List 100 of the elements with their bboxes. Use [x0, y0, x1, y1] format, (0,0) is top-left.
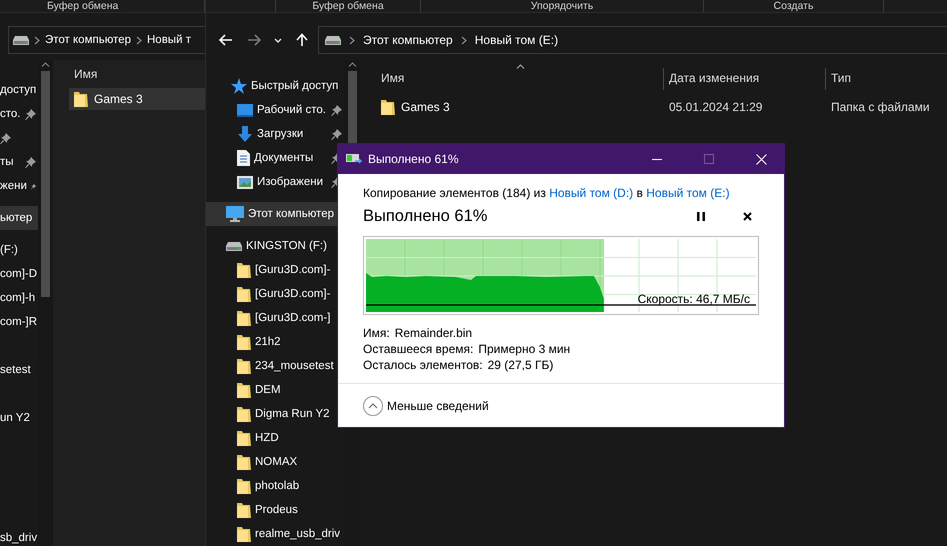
detail-value: Примерно 3 мин [478, 341, 570, 357]
window-title: Выполнено 61% [368, 152, 460, 166]
maximize-icon [704, 154, 714, 164]
nav-item[interactable]: realme_usb_driv [206, 522, 344, 546]
folder-icon [237, 502, 251, 518]
nav-item[interactable]: KINGSTON (F:) [206, 234, 344, 258]
nav-item[interactable]: setest [0, 358, 38, 382]
file-row[interactable]: Games 3 [69, 88, 205, 110]
nav-item[interactable]: [Guru3D.com]- [206, 282, 344, 306]
folder-icon [237, 382, 251, 398]
collapse-details-label[interactable]: Меньше сведений [387, 398, 489, 412]
file-name[interactable]: Games 3 [376, 99, 664, 115]
folder-icon [74, 91, 88, 107]
star-icon [231, 78, 247, 94]
address-bar[interactable]: Этот компьютер Новый том (E:) [318, 26, 947, 54]
address-bar[interactable]: Этот компьютер Новый т [8, 26, 205, 54]
folder-icon [381, 99, 395, 115]
nav-item[interactable]: [Guru3D.com]- [206, 258, 344, 282]
nav-item[interactable]: un Y2 [0, 406, 38, 430]
nav-item[interactable]: жени [0, 174, 38, 198]
folder-icon [237, 430, 251, 446]
detail-value: 29 (27,5 ГБ) [488, 357, 554, 373]
collapse-details-button[interactable] [363, 396, 383, 416]
nav-item[interactable]: ьютер [0, 206, 38, 230]
breadcrumb[interactable]: Этот компьютер [363, 33, 453, 47]
nav-item[interactable]: com]-h [0, 286, 38, 310]
left-arrow-icon [219, 34, 233, 46]
breadcrumb[interactable]: Новый том (E:) [474, 33, 558, 47]
speed-label: Скорость: 46,7 МБ/с [638, 292, 750, 306]
close-icon [756, 154, 766, 164]
nav-item[interactable]: (F:) [0, 238, 38, 262]
folder-icon [237, 310, 251, 326]
chevron-icon[interactable] [136, 36, 142, 44]
chevron-down-icon [274, 38, 282, 42]
pause-icon [697, 212, 705, 220]
nav-item[interactable]: 234_mousetest [206, 354, 344, 378]
detail-label: Оставшееся время: [363, 341, 474, 357]
folder-icon [237, 262, 251, 278]
nav-item[interactable]: com]-D [0, 262, 38, 286]
nav-item[interactable]: NOMAX [206, 450, 344, 474]
source-link[interactable]: Новый том (D:) [549, 186, 634, 200]
file-cell-text: Папка с файлами [830, 100, 931, 114]
nav-item[interactable]: Рабочий сто. [206, 98, 344, 122]
scroll-up-icon[interactable] [348, 62, 356, 67]
scroll-up-icon[interactable] [41, 62, 50, 67]
nav-item[interactable]: сто. [0, 102, 38, 126]
column-header[interactable]: Имя [376, 68, 664, 90]
nav-item[interactable]: 21h2 [206, 330, 344, 354]
column-header[interactable]: Имя [69, 64, 205, 86]
close-icon [742, 212, 752, 220]
nav-item[interactable]: HZD [206, 426, 344, 450]
ribbon-group-label[interactable]: Упорядочить [421, 0, 704, 12]
column-header[interactable]: Тип [826, 68, 947, 90]
download-icon [237, 126, 253, 142]
nav-item[interactable]: Быстрый доступ [206, 74, 344, 98]
breadcrumb[interactable]: Этот компьютер [45, 34, 131, 46]
minimize-icon [652, 158, 662, 160]
nav-item[interactable]: DEM [206, 378, 344, 402]
nav-item[interactable]: доступ [0, 78, 38, 102]
folder-icon [237, 286, 251, 302]
folder-icon [237, 526, 251, 542]
chevron-up-icon [368, 402, 378, 408]
sort-caret-icon [516, 64, 525, 69]
folder-icon [237, 478, 251, 494]
document-icon [237, 150, 250, 166]
copy-summary: Копирование элементов (184) из Новый том (D:) в Новый том (E:) [363, 186, 731, 200]
detail-label: Осталось элементов: [363, 357, 483, 373]
target-link[interactable]: Новый том (E:) [646, 186, 730, 200]
detail-label: Имя: [363, 325, 390, 341]
right-arrow-icon [247, 34, 261, 46]
folder-icon [237, 454, 251, 470]
ribbon-group-label[interactable]: Буфер обмена [276, 0, 421, 12]
nav-item[interactable]: Digma Run Y2 [206, 402, 344, 426]
chevron-icon[interactable] [34, 36, 40, 44]
monitor-icon [226, 206, 244, 222]
chevron-icon[interactable] [460, 36, 467, 44]
nav-item[interactable]: Загрузки [206, 122, 344, 146]
ribbon-group-label[interactable]: Создать [704, 0, 884, 12]
drive-icon [325, 36, 341, 44]
nav-item[interactable]: sb_driv [0, 526, 38, 546]
folder-icon [237, 406, 251, 422]
nav-item[interactable]: com-]R [0, 310, 38, 334]
folder-icon [237, 334, 251, 350]
nav-item[interactable]: Prodeus [206, 498, 344, 522]
nav-item[interactable]: photolab [206, 474, 344, 498]
file-cell-text: 05.01.2024 21:29 [668, 100, 764, 114]
chevron-icon[interactable] [349, 36, 355, 44]
folder-icon [237, 358, 251, 374]
desktop-icon [237, 103, 253, 117]
copy-icon [346, 153, 362, 165]
progress-heading: Выполнено 61% [363, 206, 488, 226]
image-icon [237, 176, 253, 188]
up-arrow-icon [296, 33, 308, 47]
detail-value: Remainder.bin [394, 325, 472, 341]
nav-item[interactable]: [Guru3D.com-] [206, 306, 344, 330]
nav-item[interactable]: ты [0, 150, 38, 174]
column-header[interactable]: Дата изменения [664, 68, 826, 90]
drive-icon [226, 242, 242, 250]
breadcrumb[interactable]: Новый т [147, 34, 191, 46]
drive-icon [13, 36, 29, 44]
